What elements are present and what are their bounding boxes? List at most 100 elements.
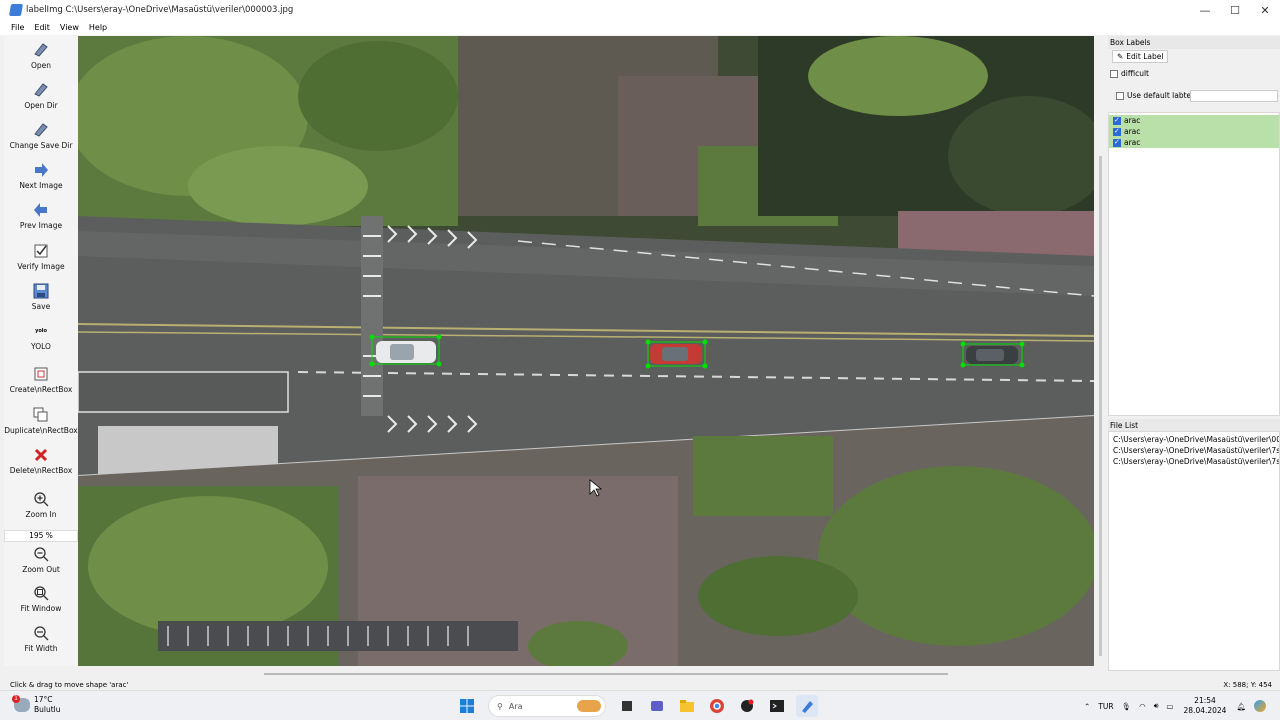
label-item[interactable]: arac [1109,126,1279,137]
open-button[interactable]: Open [4,42,78,70]
zoom-in-button[interactable]: Zoom In [4,491,78,519]
terminal-icon[interactable] [766,695,788,717]
cursor-coordinates: X: 588; Y: 454 [1223,681,1272,689]
windows-icon [460,699,474,713]
zoom-in-icon [33,491,49,507]
file-list-header: File List [1108,419,1280,431]
label-visible-checkbox[interactable] [1113,127,1121,136]
system-tray: ⌃ TUR 🎙︎ ◠ 🔊︎ ▭ 21:54 28.04.2024 🔔︎ [1080,695,1270,717]
verify-image-button[interactable]: Verify Image [4,243,78,271]
arrow-right-icon [33,162,49,178]
folder-open-icon [33,42,49,58]
clock[interactable]: 21:54 28.04.2024 [1184,696,1227,716]
wifi-icon[interactable]: ◠ [1139,702,1146,711]
next-image-button[interactable]: Next Image [4,162,78,190]
difficult-checkbox[interactable] [1110,70,1118,78]
volume-icon[interactable]: 🔊︎ [1154,701,1159,711]
pencil-icon: ✎ [1117,52,1124,61]
weather-condition: Bulutlu [34,705,61,714]
close-button[interactable]: ✕ [1250,0,1280,20]
delete-rectbox-button[interactable]: Delete\nRectBox [4,447,78,475]
taskbar: 1 17°C Bulutlu ⚲ Ara ⌃ TUR 🎙︎ ◠ 🔊︎ ▭ 21:… [0,690,1280,720]
arrow-left-icon [33,202,49,218]
copilot-icon[interactable] [1254,700,1266,712]
menu-edit[interactable]: Edit [34,23,50,32]
duplicate-rectbox-button[interactable]: Duplicate\nRectBox [4,407,78,435]
edit-label-button[interactable]: ✎ Edit Label [1112,50,1169,63]
zoom-out-icon [33,546,49,562]
difficult-checkbox-row[interactable]: difficult [1110,69,1149,78]
fit-window-button[interactable]: Fit Window [4,585,78,613]
chrome-icon[interactable] [706,695,728,717]
yolo-format-button[interactable]: yolo YOLO [4,323,78,351]
delete-icon [33,447,49,463]
label-visible-checkbox[interactable] [1113,138,1121,147]
notification-bell-icon[interactable]: 🔔︎ [1236,702,1246,711]
menu-help[interactable]: Help [89,23,107,32]
search-icon: ⚲ [497,701,503,711]
save-icon [33,283,49,299]
verify-icon [33,243,49,259]
canvas-vertical-scrollbar[interactable] [1096,36,1106,666]
window-controls: — ☐ ✕ [1190,0,1280,20]
aerial-image [78,36,1094,666]
file-list-item[interactable]: C:\Users\eray-\OneDrive\Masaüstü\veriler… [1109,456,1279,467]
menu-file[interactable]: File [11,23,24,32]
task-view-icon[interactable] [616,695,638,717]
label-visible-checkbox[interactable] [1113,116,1121,125]
start-button[interactable] [456,695,478,717]
yolo-format-icon: yolo [35,328,47,334]
maximize-button[interactable]: ☐ [1220,0,1250,20]
duplicate-rectbox-icon [33,407,49,423]
status-bar: Click & drag to move shape 'arac' X: 588… [0,680,1280,690]
use-default-label-row[interactable]: Use default labtel [1116,91,1193,100]
notification-badge: 1 [12,695,20,703]
vertical-scroll-thumb[interactable] [1099,156,1102,656]
folder-open-dir-icon [33,82,49,98]
title-bar: labelImg C:\Users\eray-\OneDrive\Masaüst… [0,0,1280,20]
change-save-dir-button[interactable]: Change Save Dir [4,122,78,150]
label-item[interactable]: arac [1109,115,1279,126]
teams-icon[interactable] [646,695,668,717]
language-indicator[interactable]: TUR [1098,702,1113,711]
zoom-value[interactable]: 195 % [4,530,78,542]
battery-icon[interactable]: ▭ [1166,702,1173,711]
prev-image-button[interactable]: Prev Image [4,202,78,230]
menu-view[interactable]: View [60,23,79,32]
microphone-icon[interactable]: 🎙︎ [1122,702,1132,711]
save-button[interactable]: Save [4,283,78,311]
default-label-input[interactable] [1190,90,1278,102]
zoom-out-button[interactable]: Zoom Out [4,546,78,574]
labelimg-app-icon [8,4,24,16]
menu-bar: File Edit View Help [0,20,1280,35]
chevron-up-icon[interactable]: ⌃ [1084,702,1090,711]
fit-window-icon [33,585,49,601]
file-list-item[interactable]: C:\Users\eray-\OneDrive\Masaüstü\veriler… [1109,434,1279,445]
labelimg-taskbar-icon[interactable] [796,695,818,717]
cloud-icon: 1 [12,695,30,712]
create-rectbox-button[interactable]: Create\nRectBox [4,366,78,394]
taskbar-search[interactable]: ⚲ Ara [488,695,606,717]
change-save-dir-icon [33,122,49,138]
image-canvas[interactable] [78,36,1094,666]
box-labels-header: Box Labels [1108,36,1280,49]
canvas-horizontal-scrollbar[interactable] [78,668,1094,676]
left-toolbar: Open Open Dir Change Save Dir Next Image… [4,36,78,666]
temperature: 17°C [34,695,53,704]
minimize-button[interactable]: — [1190,0,1220,20]
horizontal-scroll-thumb[interactable] [264,673,948,675]
fit-width-icon [33,625,49,641]
window-title: labelImg C:\Users\eray-\OneDrive\Masaüst… [26,5,294,15]
box-labels-panel: Box Labels ✎ Edit Label difficult Use de… [1108,36,1280,110]
file-list[interactable]: C:\Users\eray-\OneDrive\Masaüstü\veriler… [1108,431,1280,671]
file-list-item[interactable]: C:\Users\eray-\OneDrive\Masaüstü\veriler… [1109,445,1279,456]
use-default-label-checkbox[interactable] [1116,92,1124,100]
weather-widget[interactable]: 1 17°C Bulutlu [12,695,61,715]
open-dir-button[interactable]: Open Dir [4,82,78,110]
label-item[interactable]: arac [1109,137,1279,148]
landscape-icon [577,700,601,712]
file-explorer-icon[interactable] [676,695,698,717]
label-list[interactable]: arac arac arac [1108,112,1280,416]
app-icon[interactable] [736,695,758,717]
fit-width-button[interactable]: Fit Width [4,625,78,653]
